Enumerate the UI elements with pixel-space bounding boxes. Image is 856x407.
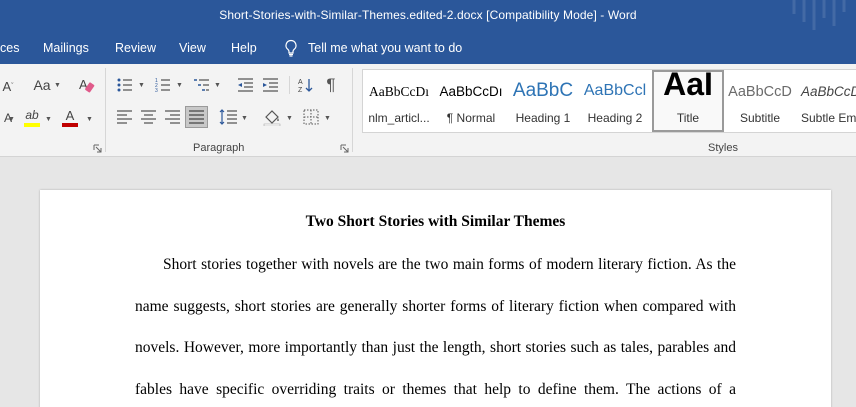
- style-name: ¶ Normal: [446, 111, 496, 125]
- show-paragraph-marks-icon[interactable]: ¶: [324, 75, 338, 94]
- title-bar: Short-Stories-with-Similar-Themes.edited…: [0, 0, 856, 32]
- style-name: Heading 2: [587, 111, 643, 125]
- style-heading-1[interactable]: AaBbC Heading 1: [507, 70, 579, 132]
- style-preview: AaBbCcl: [583, 82, 647, 99]
- document-page[interactable]: Two Short Stories with Similar Themes Sh…: [40, 190, 831, 407]
- chevron-down-icon: ▼: [138, 82, 145, 89]
- svg-text:A: A: [298, 79, 303, 86]
- justify-icon: [189, 110, 204, 124]
- document-heading: Two Short Stories with Similar Themes: [305, 213, 566, 230]
- decrease-indent-icon[interactable]: [237, 77, 254, 93]
- svg-text:3: 3: [155, 88, 158, 93]
- paragraph-line: Short stories together with novels are t…: [163, 256, 736, 273]
- chevron-down-icon: ▼: [324, 115, 331, 122]
- style-name: nlm_articl...: [368, 111, 430, 125]
- change-case-button[interactable]: Aa: [32, 76, 52, 94]
- line-spacing-icon[interactable]: [219, 109, 237, 125]
- lightbulb-icon: [285, 39, 297, 57]
- sort-icon[interactable]: A Z: [298, 77, 314, 93]
- chevron-down-icon: ▼: [241, 115, 248, 122]
- bullets-icon[interactable]: [117, 77, 133, 93]
- align-right-icon[interactable]: [165, 110, 180, 124]
- paragraph-line: name suggests, short stories are general…: [135, 298, 736, 315]
- chevron-down-icon: ▼: [54, 82, 61, 89]
- highlight-button[interactable]: ab: [22, 107, 42, 129]
- style-nlm-article[interactable]: AaBbCcDı nlm_articl...: [363, 70, 435, 132]
- tell-me-search[interactable]: Tell me what you want to do: [284, 39, 462, 57]
- eraser-icon: A: [79, 77, 95, 93]
- chevron-down-icon: ▼: [86, 116, 93, 123]
- style-subtitle[interactable]: AaBbCcD Subtitle: [724, 70, 796, 132]
- style-normal[interactable]: AaBbCcDı ¶ Normal: [435, 70, 507, 132]
- style-preview: AaBbCcDı: [369, 84, 429, 99]
- justify-button[interactable]: [185, 106, 208, 128]
- font-dialog-launcher-icon[interactable]: [93, 144, 102, 153]
- chevron-down-icon: ▼: [286, 115, 293, 122]
- borders-icon[interactable]: [303, 109, 319, 125]
- align-left-icon[interactable]: [117, 110, 132, 124]
- style-title[interactable]: AaI Title: [652, 70, 724, 132]
- paragraph-dialog-launcher-icon[interactable]: [340, 144, 349, 153]
- document-canvas: Two Short Stories with Similar Themes Sh…: [0, 158, 856, 407]
- multilevel-list-icon[interactable]: [193, 77, 210, 93]
- ribbon-tabs: ces Mailings Review View Help Tell me wh…: [0, 32, 856, 64]
- font-color-button[interactable]: A: [60, 107, 80, 129]
- paragraph-group-label: Paragraph: [193, 142, 245, 154]
- numbering-icon[interactable]: 1 2 3: [155, 77, 171, 93]
- tab-view[interactable]: View: [179, 41, 206, 55]
- shading-icon[interactable]: [263, 109, 281, 126]
- style-preview: AaBbCcD: [728, 84, 792, 100]
- style-preview: AaBbC: [512, 80, 574, 101]
- font-color-bar: [62, 123, 78, 127]
- styles-group-label: Styles: [708, 142, 738, 154]
- group-separator: [352, 68, 353, 152]
- tab-mailings[interactable]: Mailings: [43, 41, 89, 55]
- style-subtle-emphasis[interactable]: AaBbCcDı Subtle Em...: [796, 70, 856, 132]
- style-preview: AaBbCcDı: [801, 84, 856, 99]
- tab-review[interactable]: Review: [115, 41, 156, 55]
- chevron-down-icon: ▼: [176, 82, 183, 89]
- chevron-down-icon: ▼: [8, 116, 15, 123]
- paragraph-line: novels. However, more importantly than j…: [135, 339, 736, 356]
- tell-me-label: Tell me what you want to do: [308, 41, 463, 55]
- highlight-color-bar: [24, 123, 40, 127]
- title-bar-pattern: [792, 0, 846, 30]
- style-name: Title: [676, 111, 700, 125]
- tab-help[interactable]: Help: [231, 41, 257, 55]
- chevron-down-icon: ▼: [214, 82, 221, 89]
- separator: [289, 76, 290, 94]
- chevron-down-icon: ▼: [45, 116, 52, 123]
- grow-font-button[interactable]: Aˇ: [0, 78, 16, 94]
- styles-gallery: AaBbCcDı nlm_articl... AaBbCcDı ¶ Normal…: [362, 69, 856, 133]
- style-preview: AaBbCcDı: [439, 84, 503, 99]
- style-preview: AaI: [663, 70, 713, 102]
- paragraph-line: fables have specific overriding traits o…: [135, 381, 736, 398]
- tab-references[interactable]: ces: [0, 41, 19, 55]
- style-heading-2[interactable]: AaBbCcl Heading 2: [579, 70, 651, 132]
- style-name: Heading 1: [515, 111, 571, 125]
- increase-indent-icon[interactable]: [262, 77, 279, 93]
- style-name: Subtle Em...: [801, 111, 856, 125]
- window-title: Short-Stories-with-Similar-Themes.edited…: [219, 8, 637, 22]
- ribbon: Aˇ Aa ▼ A A ▼ ab ▼ A ▼ ▼ 1 2 3 ▼ ▼ A Z ¶…: [0, 64, 856, 157]
- style-name: Subtitle: [739, 111, 781, 125]
- svg-text:Z: Z: [298, 87, 303, 93]
- group-separator: [105, 68, 106, 152]
- align-center-icon[interactable]: [141, 110, 156, 124]
- clear-formatting-button[interactable]: A: [78, 76, 96, 94]
